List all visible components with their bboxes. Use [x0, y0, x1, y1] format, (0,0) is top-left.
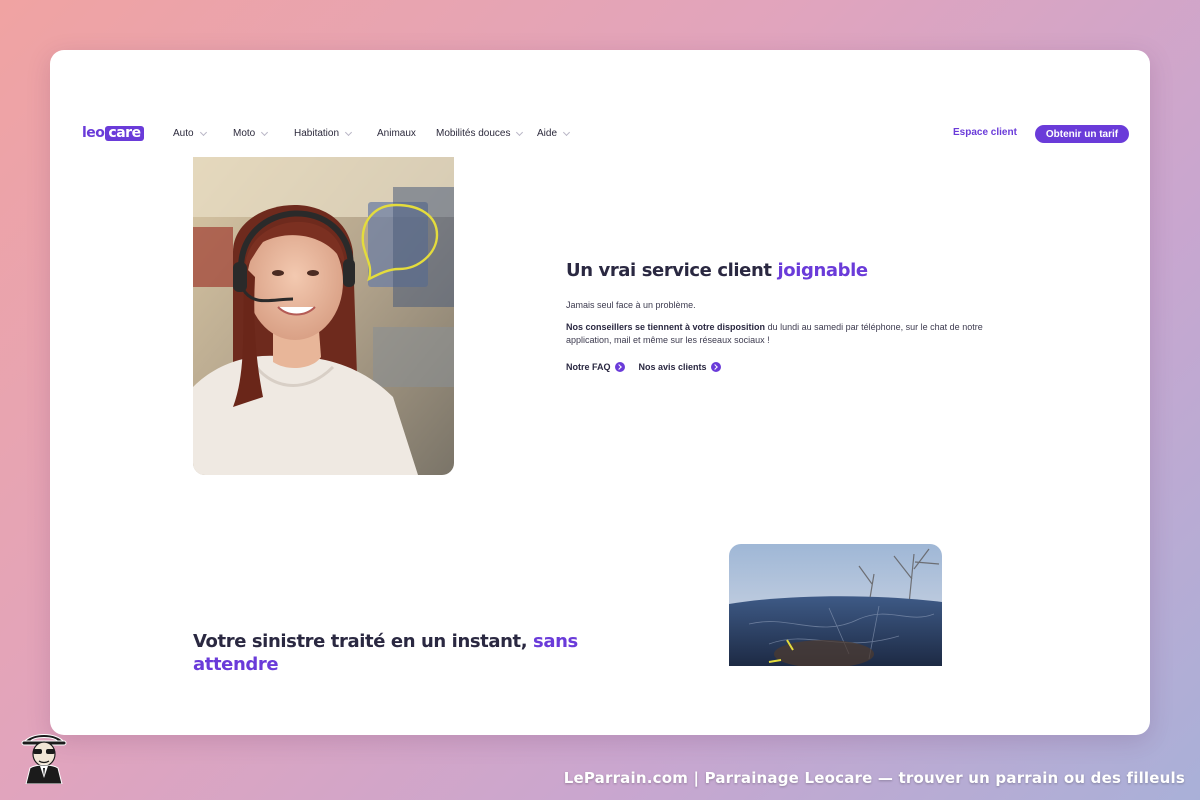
reviews-link[interactable]: Nos avis clients [639, 362, 721, 372]
nav-label: Aide [537, 128, 558, 139]
section2-title: Votre sinistre traité en un instant, san… [193, 630, 583, 676]
nav-label: Habitation [294, 128, 340, 139]
logo-text-care: care [105, 125, 144, 141]
chevron-down-icon [516, 128, 524, 136]
chevron-down-icon [199, 128, 207, 136]
car-claim-photo [729, 544, 942, 666]
nav-item-mobilites-douces[interactable]: Mobilités douces [436, 128, 524, 139]
footer-caption: LeParrain.com | Parrainage Leocare — tro… [563, 769, 1185, 787]
arrow-right-icon [614, 362, 625, 372]
chevron-down-icon [261, 128, 269, 136]
section1-body: Nos conseillers se tiennent à votre disp… [566, 321, 1016, 347]
customer-service-photo [193, 157, 454, 475]
nav-item-auto[interactable]: Auto [173, 128, 207, 139]
chevron-down-icon [344, 128, 353, 136]
nav-item-aide[interactable]: Aide [537, 128, 571, 139]
leocare-logo[interactable]: leo care [82, 124, 144, 142]
nav-label: Moto [233, 128, 256, 139]
section1-title-plain: Un vrai service client [566, 260, 778, 281]
leparrain-mascot-icon [18, 728, 70, 785]
arrow-right-icon [710, 362, 721, 372]
get-quote-button[interactable]: Obtenir un tarif [1035, 125, 1129, 143]
nav-label: Mobilités douces [436, 128, 511, 139]
browser-card: leo care Auto Moto Habitation Animaux Mob… [50, 50, 1150, 735]
section1-links: Notre FAQ Nos avis clients [566, 362, 721, 372]
section1-body-bold: Nos conseillers se tiennent à votre disp… [566, 322, 766, 332]
section1-title: Un vrai service client joignable [566, 260, 1026, 281]
nav-item-animaux[interactable]: Animaux [377, 128, 416, 139]
reviews-link-label: Nos avis clients [638, 362, 707, 372]
section1-title-accent: joignable [777, 260, 868, 281]
faq-link-label: Notre FAQ [566, 362, 611, 372]
section1-intro: Jamais seul face à un problème. [566, 300, 696, 310]
logo-text-leo: leo [82, 125, 105, 141]
faq-link[interactable]: Notre FAQ [566, 362, 625, 372]
chevron-down-icon [562, 128, 571, 136]
nav-label: Animaux [377, 128, 416, 139]
client-space-link[interactable]: Espace client [953, 127, 1017, 138]
section2-title-plain: Votre sinistre traité en un instant, [193, 631, 534, 652]
nav-item-habitation[interactable]: Habitation [294, 128, 353, 139]
nav-label: Auto [173, 128, 194, 139]
nav-item-moto[interactable]: Moto [233, 128, 269, 139]
